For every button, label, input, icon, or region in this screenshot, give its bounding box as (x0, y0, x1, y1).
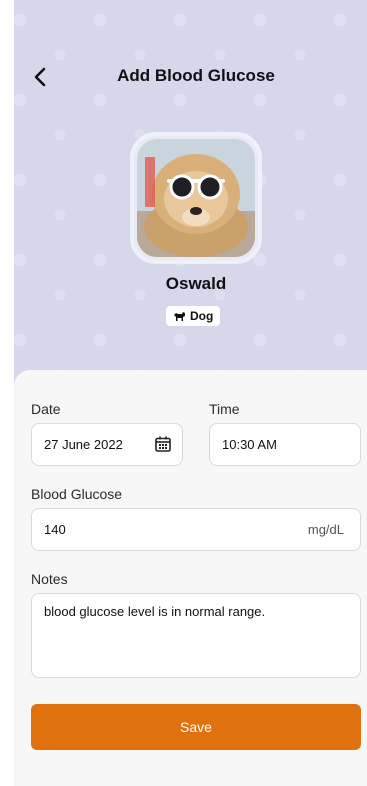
page-edge (0, 0, 14, 786)
species-label: Dog (190, 309, 214, 323)
glucose-input[interactable]: 140 mg/dL (31, 508, 361, 551)
date-label: Date (31, 401, 61, 417)
pet-avatar-frame[interactable] (130, 132, 262, 264)
notes-label: Notes (31, 571, 68, 587)
glucose-label: Blood Glucose (31, 486, 123, 502)
pet-name: Oswald (165, 274, 227, 293)
date-value: 27 June 2022 (44, 437, 123, 452)
glucose-value: 140 (44, 522, 66, 537)
pet-avatar (137, 139, 255, 257)
chevron-left-icon (34, 67, 46, 87)
dog-icon (174, 311, 185, 321)
date-field[interactable]: 27 June 2022 (31, 423, 183, 466)
back-button[interactable] (28, 62, 52, 92)
page-title: Add Blood Glucose (117, 66, 275, 85)
save-button[interactable]: Save (31, 704, 361, 750)
time-label: Time (209, 401, 240, 417)
glucose-unit: mg/dL (307, 522, 344, 537)
notes-textarea[interactable]: blood glucose level is in normal range. (31, 593, 361, 678)
notes-value: blood glucose level is in normal range. (44, 604, 266, 619)
calendar-icon[interactable] (154, 435, 172, 453)
time-field[interactable]: 10:30 AM (209, 423, 361, 466)
time-value: 10:30 AM (222, 437, 277, 452)
species-badge: Dog (166, 306, 221, 326)
